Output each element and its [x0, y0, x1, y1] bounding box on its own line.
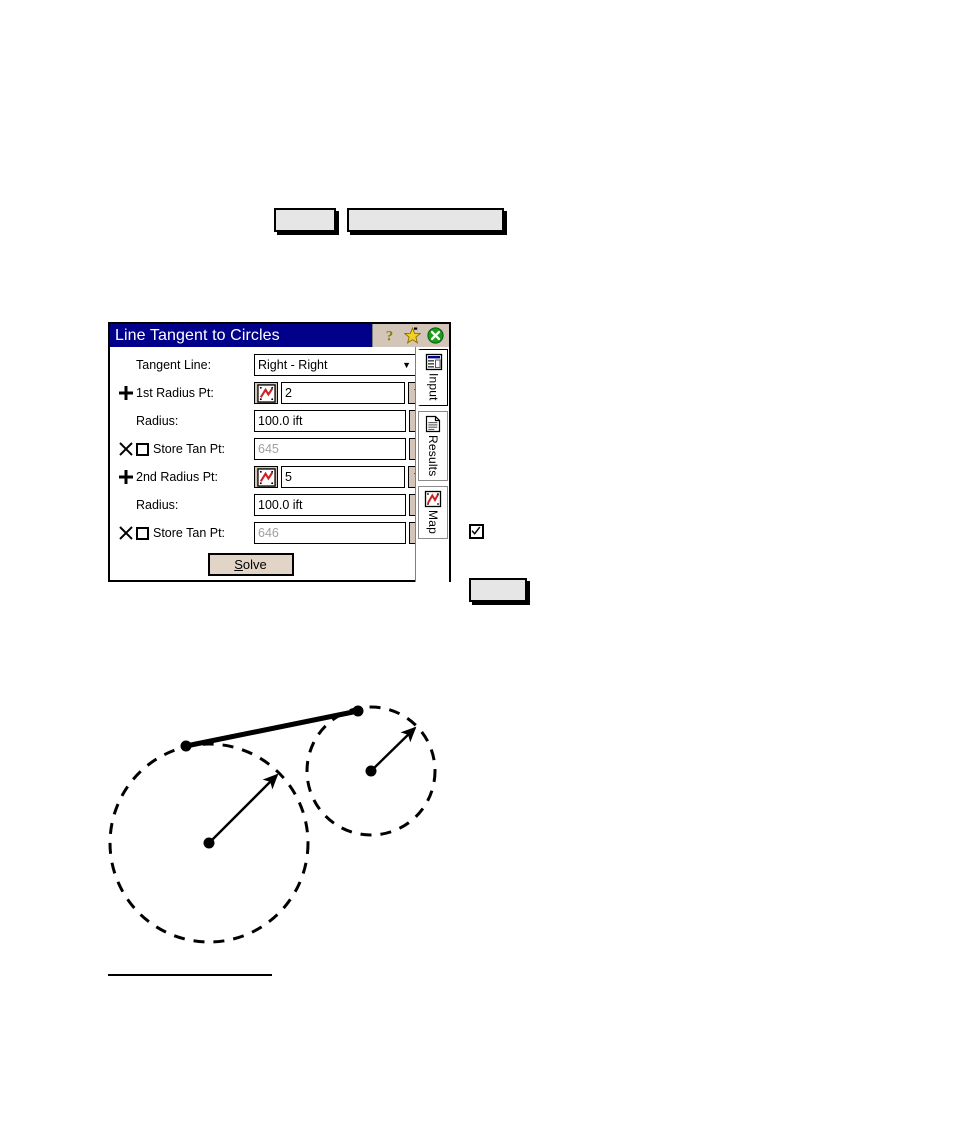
tangent-line-row: Tangent Line: Right - Right ▼	[116, 351, 416, 379]
second-store-tan-pt-row: Store Tan Pt: 646	[116, 519, 435, 547]
top-large-box	[347, 208, 504, 232]
input-form: Tangent Line: Right - Right ▼ 1st Radius…	[110, 347, 435, 582]
window-title: Line Tangent to Circles	[115, 326, 280, 344]
x-icon[interactable]	[116, 523, 136, 543]
tab-map[interactable]: Map	[418, 486, 448, 540]
second-radius-pt-row: 2nd Radius Pt: 5	[116, 463, 434, 491]
first-radius-field-wrap: 100.0 ift	[254, 410, 435, 432]
help-icon[interactable]: ?	[381, 327, 398, 345]
second-radius-label-col: Radius:	[116, 495, 254, 515]
top-small-box	[274, 208, 336, 232]
tab-results-label: Results	[426, 434, 440, 477]
first-store-tan-pt-label-col: Store Tan Pt:	[116, 439, 254, 459]
first-radius-input[interactable]: 100.0 ift	[254, 410, 406, 432]
tab-strip: Input Results Map	[415, 347, 449, 582]
solve-button[interactable]: Solve	[207, 553, 294, 576]
second-store-tan-pt-label: Store Tan Pt:	[153, 526, 226, 540]
chevron-down-icon: ▼	[402, 359, 411, 370]
second-radius-pt-label-col: 2nd Radius Pt:	[116, 467, 254, 487]
second-radius-label: Radius:	[136, 498, 179, 512]
first-tangent-point	[180, 740, 192, 752]
plus-icon[interactable]	[116, 383, 136, 403]
second-radius-row: Radius: 100.0 ift	[116, 491, 435, 519]
solve-row: Solve	[116, 553, 415, 576]
tangent-line	[183, 708, 361, 749]
second-radius-input[interactable]: 100.0 ift	[254, 494, 406, 516]
second-store-tan-pt-field-wrap: 646	[254, 522, 435, 544]
first-radius-pt-label: 1st Radius Pt:	[136, 386, 214, 400]
first-store-tan-pt-label: Store Tan Pt:	[153, 442, 226, 456]
svg-text:?: ?	[386, 329, 394, 345]
map-pick-icon[interactable]	[254, 382, 278, 404]
map-pick-icon[interactable]	[254, 466, 278, 488]
first-store-tan-pt-checkbox[interactable]	[136, 442, 149, 456]
tangent-geometry-diagram	[95, 685, 475, 975]
tab-map-label: Map	[426, 510, 440, 535]
second-center-point	[365, 765, 377, 777]
line-tangent-to-circles-dialog: Line Tangent to Circles ? Tangent Line: …	[108, 322, 451, 582]
x-icon[interactable]	[116, 439, 136, 459]
first-store-tan-pt-row: Store Tan Pt: 645	[116, 435, 435, 463]
title-bar-buttons: ?	[372, 324, 449, 347]
side-checkbox[interactable]	[469, 524, 484, 539]
first-store-tan-pt-input[interactable]: 645	[254, 438, 406, 460]
first-radius-row: Radius: 100.0 ift	[116, 407, 435, 435]
second-store-tan-pt-input[interactable]: 646	[254, 522, 406, 544]
tangent-line-label: Tangent Line:	[136, 358, 212, 372]
second-radius-pt-label: 2nd Radius Pt:	[136, 470, 218, 484]
tangent-line-value: Right - Right	[258, 358, 328, 372]
favorites-star-icon[interactable]	[404, 327, 421, 344]
second-radius-arrow	[370, 726, 417, 772]
tab-results[interactable]: Results	[418, 410, 448, 482]
results-page-icon	[425, 415, 441, 432]
second-store-tan-pt-checkbox[interactable]	[136, 526, 149, 540]
first-store-tan-pt-field-wrap: 645	[254, 438, 435, 460]
first-radius-pt-label-col: 1st Radius Pt:	[116, 383, 254, 403]
second-radius-pt-input[interactable]: 5	[281, 466, 405, 488]
second-radius-field-wrap: 100.0 ift	[254, 494, 435, 516]
input-form-icon	[425, 353, 442, 371]
first-center-point	[203, 837, 215, 849]
first-radius-pt-field-wrap: 2	[254, 382, 434, 404]
solve-label-rest: olve	[242, 557, 267, 572]
tab-input-label: Input	[426, 373, 441, 401]
second-radius-pt-field-wrap: 5	[254, 466, 434, 488]
title-bar: Line Tangent to Circles ?	[110, 324, 449, 347]
map-pick-icon	[424, 490, 442, 508]
plus-icon[interactable]	[116, 467, 136, 487]
second-store-tan-pt-label-col: Store Tan Pt:	[116, 523, 254, 543]
first-radius-pt-input[interactable]: 2	[281, 382, 405, 404]
second-tangent-point	[352, 705, 364, 717]
close-icon[interactable]	[427, 327, 444, 344]
tab-input[interactable]: Input	[418, 349, 448, 406]
first-radius-label: Radius:	[136, 414, 179, 428]
tangent-line-field-wrap: Right - Right ▼	[254, 354, 416, 376]
side-box	[469, 578, 527, 602]
tangent-line-label-col: Tangent Line:	[116, 355, 254, 375]
first-radius-label-col: Radius:	[116, 411, 254, 431]
first-radius-arrow	[208, 773, 279, 844]
first-radius-pt-row: 1st Radius Pt: 2	[116, 379, 434, 407]
solve-accel: S	[234, 557, 243, 572]
tangent-line-select[interactable]: Right - Right ▼	[254, 354, 416, 376]
